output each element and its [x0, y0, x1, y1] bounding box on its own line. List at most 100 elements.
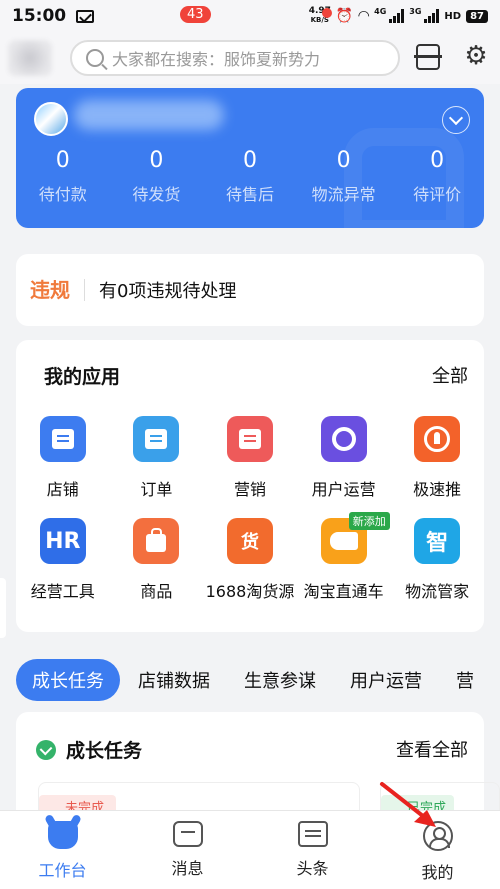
hd-label: HD [444, 10, 462, 22]
violation-card[interactable]: 违规 有0项违规待处理 [16, 254, 484, 326]
nav-headlines[interactable]: 头条 [250, 811, 375, 889]
app-shop[interactable]: 店铺 [16, 416, 110, 500]
stat-label: 待评价 [413, 185, 462, 204]
app-label: 商品 [140, 582, 173, 601]
status-bar: 15:00 4.97 KB/S ⏰ ◠ 4G 3G HD 87 [0, 0, 500, 32]
nav-label: 头条 [296, 859, 329, 878]
person-icon [422, 821, 453, 851]
shop-name-blurred [74, 100, 224, 130]
wifi-icon: ◠ [358, 8, 370, 24]
user-operation-icon [320, 416, 367, 462]
violation-text: 有0项违规待处理 [99, 281, 237, 302]
app-grid: 店铺 订单 营销 用户运营 极速推 HR 经营工具 商品 货 1688淘货源 新… [16, 416, 484, 602]
1688-icon: 货 [226, 518, 273, 564]
headlines-icon [297, 821, 328, 847]
app-user-operation[interactable]: 用户运营 [297, 416, 391, 500]
app-label: 淘宝直通车 [303, 582, 384, 601]
growth-view-all-link[interactable]: 查看全部 [396, 736, 468, 762]
search-bar[interactable]: 大家都在搜索：服饰夏新势力 [70, 40, 400, 76]
marketing-icon [226, 416, 273, 462]
new-added-badge: 新添加 [348, 512, 390, 530]
app-speed-promote[interactable]: 极速推 [390, 416, 484, 500]
nav-messages[interactable]: 消息 [125, 811, 250, 889]
message-count-badge: 43 [180, 6, 211, 23]
status-time: 15:00 [12, 6, 67, 26]
tab-store-data[interactable]: 店铺数据 [138, 667, 210, 693]
scan-icon[interactable] [414, 44, 442, 70]
my-apps-card: 我的应用 全部 店铺 订单 营销 用户运营 极速推 HR 经营工具 商品 货 1… [16, 340, 484, 632]
goods-bag-icon [133, 518, 180, 564]
tab-user-operation[interactable]: 用户运营 [350, 667, 422, 693]
signal-2-icon [424, 9, 440, 23]
nav-mine[interactable]: 我的 [375, 811, 500, 889]
stat-logistics-exception[interactable]: 0 物流异常 [297, 148, 391, 205]
app-label: 极速推 [413, 480, 462, 499]
tab-growth-tasks[interactable]: 成长任务 [16, 659, 120, 701]
nav-label: 工作台 [38, 861, 87, 880]
app-1688-source[interactable]: 货 1688淘货源 [203, 518, 297, 602]
shop-avatar[interactable] [34, 102, 68, 136]
app-label: 经营工具 [30, 582, 95, 601]
alarm-icon: ⏰ [335, 8, 354, 24]
stat-value: 0 [430, 148, 445, 173]
nav-workbench[interactable]: 工作台 [0, 811, 125, 889]
stat-value: 0 [336, 148, 351, 173]
stat-label: 待发货 [132, 185, 181, 204]
stat-pending-payment[interactable]: 0 待付款 [16, 148, 110, 205]
shop-icon [39, 416, 86, 462]
chevron-down-icon[interactable] [442, 106, 470, 134]
order-overview-card: 0 待付款 0 待发货 0 待售后 0 物流异常 0 待评价 [16, 88, 484, 228]
rocket-icon [414, 416, 461, 462]
headlines-red-dot [322, 8, 332, 18]
stat-label: 待付款 [38, 185, 87, 204]
sprout-icon [36, 740, 56, 760]
logistics-icon: 智 [414, 518, 461, 564]
status-icons: 4.97 KB/S ⏰ ◠ 4G 3G HD 87 [309, 7, 488, 25]
section-tabs: 成长任务 店铺数据 生意参谋 用户运营 营 [16, 658, 500, 702]
stat-value: 0 [242, 148, 257, 173]
stat-label: 待售后 [225, 185, 274, 204]
workbench-cow-icon [47, 821, 78, 849]
stat-pending-review[interactable]: 0 待评价 [390, 148, 484, 205]
stat-value: 0 [149, 148, 164, 173]
battery-icon: 87 [466, 9, 488, 23]
message-icon [172, 821, 203, 847]
nav-label: 我的 [421, 863, 454, 882]
app-goods[interactable]: 商品 [110, 518, 204, 602]
stat-pending-aftersale[interactable]: 0 待售后 [203, 148, 297, 205]
app-label: 物流管家 [405, 582, 470, 601]
app-business-tools[interactable]: HR 经营工具 [16, 518, 110, 602]
sim2-label: 3G [409, 7, 422, 16]
side-edge-handle[interactable] [0, 578, 6, 638]
stat-pending-shipment[interactable]: 0 待发货 [110, 148, 204, 205]
violation-tag: 违规 [30, 279, 85, 301]
search-placeholder: 大家都在搜索：服饰夏新势力 [112, 50, 321, 69]
app-order[interactable]: 订单 [110, 416, 204, 500]
order-icon [133, 416, 180, 462]
growth-title: 成长任务 [66, 740, 143, 762]
sim1-label: 4G [374, 7, 387, 16]
gear-icon[interactable]: ⚙ [462, 42, 490, 70]
stat-label: 物流异常 [311, 185, 376, 204]
nav-label: 消息 [171, 859, 204, 878]
message-notification-icon [76, 9, 95, 23]
top-header: 大家都在搜索：服饰夏新势力 ⚙ [0, 32, 500, 84]
order-stats: 0 待付款 0 待发货 0 待售后 0 物流异常 0 待评价 [16, 148, 484, 205]
apps-title: 我的应用 [44, 366, 121, 388]
apps-all-link[interactable]: 全部 [432, 362, 468, 388]
app-label: 营销 [233, 480, 266, 499]
store-avatar[interactable] [8, 40, 52, 76]
app-label: 店铺 [46, 480, 79, 499]
app-label: 1688淘货源 [205, 582, 295, 601]
app-marketing[interactable]: 营销 [203, 416, 297, 500]
app-label: 用户运营 [311, 480, 376, 499]
search-icon [86, 49, 104, 67]
tools-icon: HR [39, 518, 86, 564]
tab-overflow[interactable]: 营 [456, 667, 474, 693]
bottom-nav: 工作台 消息 头条 我的 [0, 810, 500, 889]
app-logistics-manager[interactable]: 智 物流管家 [390, 518, 484, 602]
app-taobao-express[interactable]: 新添加 淘宝直通车 [297, 512, 391, 602]
signal-1-icon [389, 9, 405, 23]
app-label: 订单 [140, 480, 173, 499]
tab-business-advisor[interactable]: 生意参谋 [244, 667, 316, 693]
